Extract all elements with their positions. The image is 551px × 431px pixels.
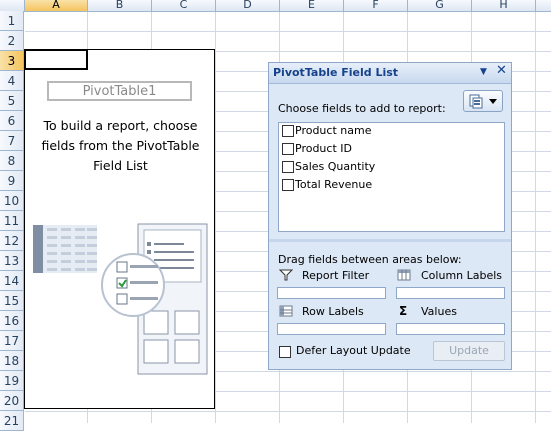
column-labels-label: Column Labels [421, 269, 503, 282]
field-label: Total Revenue [295, 178, 373, 191]
row-header-5[interactable]: 5 [0, 91, 24, 111]
pivot-table-placeholder[interactable]: PivotTable1 To build a report, choose fi… [24, 49, 215, 409]
filter-icon [279, 269, 293, 281]
row-header-17[interactable]: 17 [0, 331, 24, 351]
column-header-bar: A B C D E F G H [0, 0, 551, 12]
field-checkbox[interactable] [282, 161, 294, 173]
defer-layout-checkbox[interactable] [279, 346, 291, 358]
active-cell-a3[interactable] [24, 49, 88, 70]
row-header-10[interactable]: 10 [0, 191, 24, 211]
field-list-box[interactable]: Product name Product ID Sales Quantity T… [278, 122, 505, 232]
row-header-20[interactable]: 20 [0, 391, 24, 411]
field-checkbox[interactable] [282, 125, 294, 137]
column-header-g[interactable]: G [408, 0, 472, 11]
field-list-layout-button[interactable] [463, 90, 503, 112]
field-checkbox[interactable] [282, 179, 294, 191]
field-checkbox[interactable] [282, 143, 294, 155]
pane-splitter[interactable] [269, 239, 511, 242]
column-header-d[interactable]: D [216, 0, 280, 11]
row-header-9[interactable]: 9 [0, 171, 24, 191]
column-labels-icon [397, 269, 411, 281]
sigma-icon: Σ [399, 304, 408, 318]
row-header-7[interactable]: 7 [0, 131, 24, 151]
pivot-table-name: PivotTable1 [47, 81, 192, 101]
field-label: Product ID [295, 142, 352, 155]
column-header-e[interactable]: E [280, 0, 344, 11]
row-header-21[interactable]: 21 [0, 411, 24, 431]
row-header-6[interactable]: 6 [0, 111, 24, 131]
choose-fields-label: Choose fields to add to report: [278, 102, 446, 115]
column-header-f[interactable]: F [344, 0, 408, 11]
table-grid-icon [33, 225, 97, 273]
pivot-illustration [33, 223, 208, 375]
column-header-h[interactable]: H [472, 0, 536, 11]
row-header-16[interactable]: 16 [0, 311, 24, 331]
row-header-3[interactable]: 3 [0, 51, 24, 71]
column-header-a[interactable]: A [25, 0, 88, 11]
row-header-4[interactable]: 4 [0, 71, 24, 91]
column-labels-drop-area[interactable] [396, 287, 505, 299]
row-labels-icon [279, 305, 293, 317]
row-header-19[interactable]: 19 [0, 371, 24, 391]
close-icon[interactable]: ✕ [496, 64, 508, 78]
row-labels-label: Row Labels [302, 305, 364, 318]
column-header-b[interactable]: B [88, 0, 152, 11]
row-header-1[interactable]: 1 [0, 11, 24, 31]
values-label: Values [421, 305, 457, 318]
values-drop-area[interactable] [396, 323, 505, 335]
field-label: Sales Quantity [295, 160, 376, 173]
row-header-13[interactable]: 13 [0, 251, 24, 271]
magnifier-checkbox-icon [101, 253, 165, 317]
row-header-8[interactable]: 8 [0, 151, 24, 171]
row-header-12[interactable]: 12 [0, 231, 24, 251]
report-filter-label: Report Filter [302, 269, 370, 282]
field-label: Product name [295, 124, 372, 137]
defer-layout-label: Defer Layout Update [296, 344, 411, 357]
layout-icon [469, 94, 497, 109]
pivot-instructions: To build a report, choose fields from th… [41, 118, 200, 173]
row-header-14[interactable]: 14 [0, 271, 24, 291]
pane-title: PivotTable Field List [273, 66, 399, 79]
pane-title-bar[interactable]: PivotTable Field List ▼ ✕ [269, 63, 511, 84]
row-header-18[interactable]: 18 [0, 351, 24, 371]
update-button[interactable]: Update [433, 341, 505, 361]
pane-menu-dropdown-icon[interactable]: ▼ [480, 67, 490, 77]
report-filter-drop-area[interactable] [277, 287, 386, 299]
row-labels-drop-area[interactable] [277, 323, 386, 335]
drag-fields-label: Drag fields between areas below: [278, 253, 462, 266]
pivot-field-list-pane: PivotTable Field List ▼ ✕ Choose fields … [268, 62, 512, 370]
row-header-15[interactable]: 15 [0, 291, 24, 311]
row-header-11[interactable]: 11 [0, 211, 24, 231]
row-header-2[interactable]: 2 [0, 31, 24, 51]
column-header-c[interactable]: C [152, 0, 216, 11]
select-all-corner[interactable] [0, 0, 25, 11]
